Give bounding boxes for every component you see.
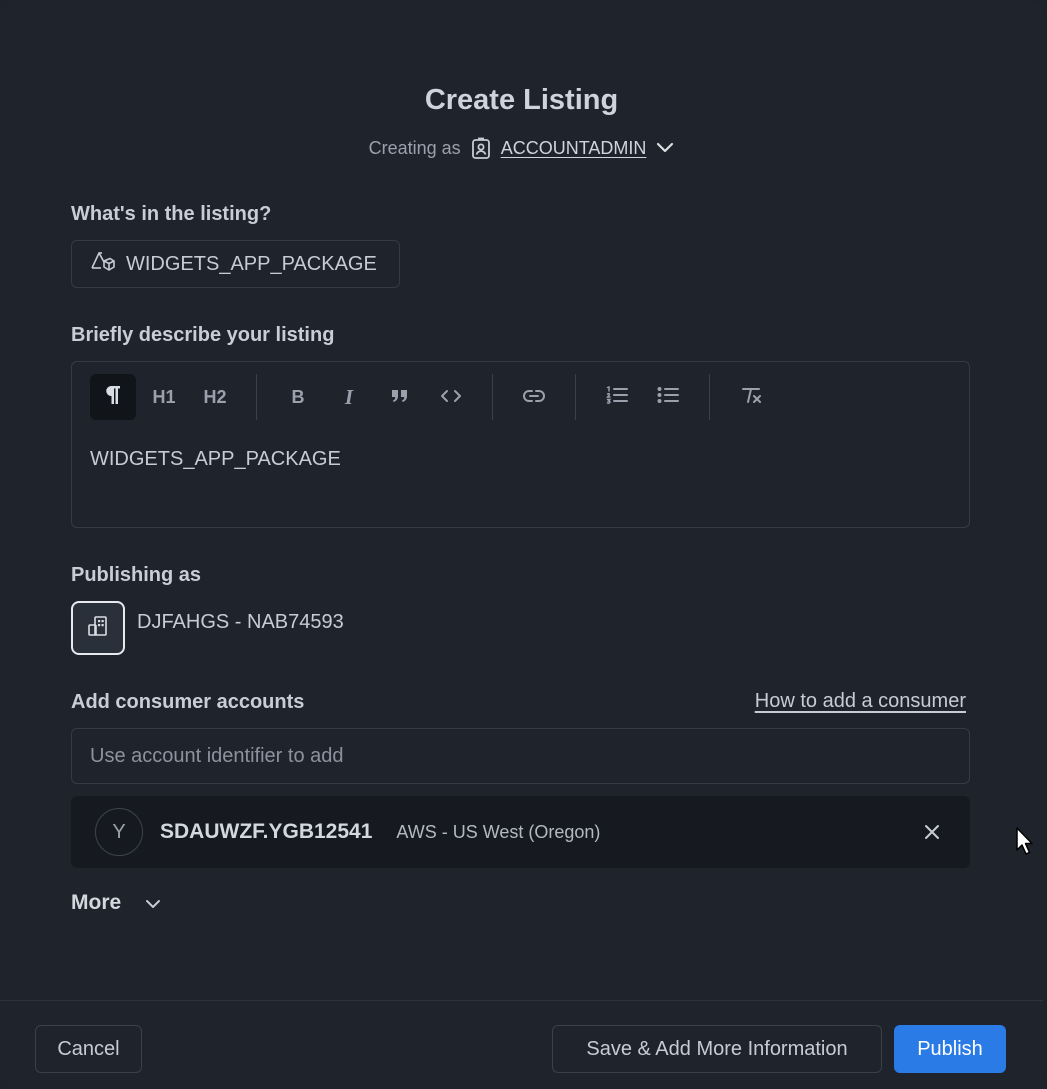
more-label: More: [71, 891, 122, 914]
code-button[interactable]: [428, 374, 474, 420]
avatar: Y: [95, 808, 143, 856]
save-add-more-button[interactable]: Save & Add More Information: [552, 1025, 882, 1073]
description-text[interactable]: WIDGETS_APP_PACKAGE: [90, 448, 341, 471]
role-badge-icon: [471, 137, 491, 159]
bullet-list-button[interactable]: [645, 374, 691, 420]
quote-button[interactable]: [377, 374, 423, 420]
publish-button[interactable]: Publish: [894, 1025, 1006, 1073]
listing-contents-label: What's in the listing?: [71, 203, 272, 225]
toolbar-divider: [256, 374, 257, 420]
cancel-button[interactable]: Cancel: [35, 1025, 142, 1073]
paragraph-button[interactable]: [90, 374, 136, 420]
ordered-list-icon: [606, 385, 628, 409]
heading2-button[interactable]: H2: [192, 374, 238, 420]
how-to-add-consumer-link[interactable]: How to add a consumer: [755, 690, 966, 713]
toolbar-divider: [709, 374, 710, 420]
organization-icon-box: [71, 601, 125, 655]
consumer-account-id: SDAUWZF.YGB12541: [160, 820, 373, 843]
consumer-accounts-label: Add consumer accounts: [71, 691, 305, 713]
chevron-down-icon: [145, 891, 161, 915]
consumer-account-region: AWS - US West (Oregon): [396, 821, 601, 842]
creating-as-row: Creating as ACCOUNTADMIN: [0, 137, 1043, 159]
toolbar-divider: [492, 374, 493, 420]
clear-format-icon: [741, 386, 761, 409]
link-icon: [523, 387, 545, 408]
code-icon: [440, 387, 462, 408]
more-toggle[interactable]: More: [71, 891, 161, 915]
quote-icon: [391, 387, 409, 408]
heading1-button[interactable]: H1: [141, 374, 187, 420]
dialog-title: Create Listing: [424, 84, 619, 116]
ordered-list-button[interactable]: [594, 374, 640, 420]
link-button[interactable]: [511, 374, 557, 420]
chevron-down-icon[interactable]: [656, 142, 674, 154]
account-identifier-input[interactable]: [71, 728, 970, 784]
building-icon: [87, 615, 109, 642]
publishing-as-label: Publishing as: [71, 564, 202, 586]
clear-format-button[interactable]: [728, 374, 774, 420]
toolbar-divider: [575, 374, 576, 420]
role-selector[interactable]: ACCOUNTADMIN: [501, 138, 647, 159]
description-label: Briefly describe your listing: [71, 324, 335, 346]
description-editor[interactable]: H1 H2 B I WIDGETS_APP_PACKAGE: [71, 361, 970, 528]
app-package-name: WIDGETS_APP_PACKAGE: [126, 252, 377, 275]
app-package-chip[interactable]: WIDGETS_APP_PACKAGE: [71, 240, 400, 288]
editor-toolbar: H1 H2 B I: [90, 374, 779, 420]
paragraph-icon: [105, 385, 121, 410]
consumer-account-item: Y SDAUWZF.YGB12541 AWS - US West (Oregon…: [71, 796, 970, 868]
app-package-icon: [90, 250, 116, 278]
create-listing-dialog: Create Listing Creating as ACCOUNTADMIN …: [0, 0, 1043, 1089]
creating-as-label: Creating as: [368, 137, 461, 158]
bold-button[interactable]: B: [275, 374, 321, 420]
publishing-account: DJFAHGS - NAB74593: [137, 611, 344, 633]
close-icon[interactable]: [920, 820, 944, 844]
italic-button[interactable]: I: [326, 374, 372, 420]
bullet-list-icon: [657, 386, 679, 409]
mouse-cursor-icon: [1015, 826, 1035, 861]
footer-divider: [0, 1000, 1043, 1001]
